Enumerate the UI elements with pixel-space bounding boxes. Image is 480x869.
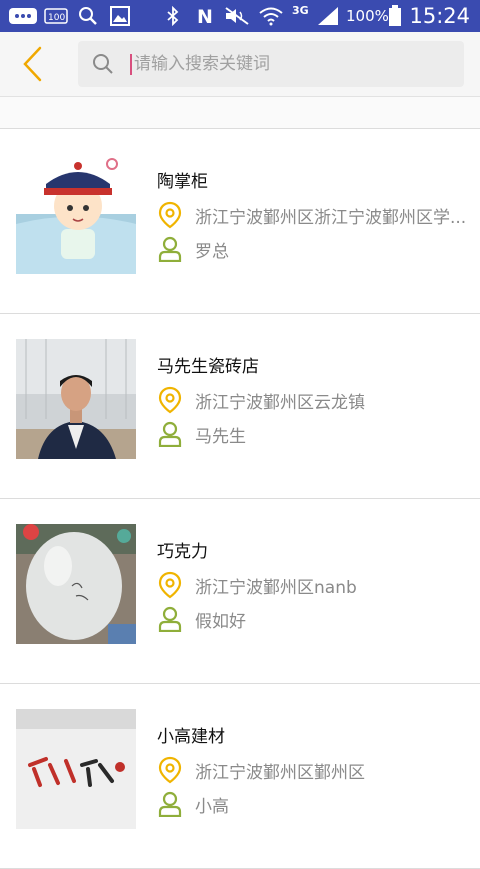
battery-saver-icon: 100 <box>44 6 68 26</box>
chevron-left-icon <box>23 46 42 82</box>
list-item[interactable]: 陶掌柜 浙江宁波鄞州区浙江宁波鄞州区学... 罗总 <box>0 129 480 314</box>
list-spacer <box>0 97 480 129</box>
status-bar: 100 N 3G 100% 15:24 <box>0 0 480 32</box>
list-item[interactable]: 马先生瓷砖店 浙江宁波鄞州区云龙镇 马先生 <box>0 314 480 499</box>
contact-name: 马先生 <box>195 427 246 447</box>
network-type: 3G <box>292 4 309 17</box>
shop-name: 巧克力 <box>157 542 208 562</box>
shop-address: 浙江宁波鄞州区nanb <box>195 578 357 598</box>
shop-address: 浙江宁波鄞州区浙江宁波鄞州区学... <box>195 208 467 228</box>
contact-name: 小高 <box>195 797 229 817</box>
shop-address: 浙江宁波鄞州区云龙镇 <box>195 393 365 413</box>
battery-percent: 100% <box>346 7 389 25</box>
location-pin-icon <box>158 571 182 599</box>
image-icon <box>110 6 130 26</box>
location-pin-icon <box>158 386 182 414</box>
shop-name: 小高建材 <box>157 727 225 747</box>
search-icon <box>93 54 113 74</box>
search-placeholder: 请输入搜索关键词 <box>134 54 270 74</box>
shop-thumbnail <box>16 339 136 459</box>
person-icon <box>158 236 182 262</box>
signal-icon <box>316 6 340 26</box>
person-icon <box>158 606 182 632</box>
svg-text:N: N <box>197 6 213 26</box>
shop-name: 陶掌柜 <box>157 172 208 192</box>
nfc-icon: N <box>196 6 216 26</box>
shop-name: 马先生瓷砖店 <box>157 357 259 377</box>
mute-icon <box>224 6 252 26</box>
list-item[interactable]: 巧克力 浙江宁波鄞州区nanb 假如好 <box>0 499 480 684</box>
shop-thumbnail <box>16 709 136 829</box>
shop-address: 浙江宁波鄞州区鄞州区 <box>195 763 365 783</box>
person-icon <box>158 421 182 447</box>
clock: 15:24 <box>409 4 470 28</box>
wifi-icon <box>258 6 284 26</box>
location-pin-icon <box>158 756 182 784</box>
top-bar: 请输入搜索关键词 <box>0 32 480 97</box>
search-icon <box>78 6 98 26</box>
list-item[interactable]: 小高建材 浙江宁波鄞州区鄞州区 小高 <box>0 684 480 869</box>
svg-text:100: 100 <box>48 13 65 23</box>
message-icon <box>8 6 38 26</box>
location-pin-icon <box>158 201 182 229</box>
text-cursor <box>130 54 132 75</box>
contact-name: 假如好 <box>195 612 246 632</box>
shop-thumbnail <box>16 154 136 274</box>
bluetooth-icon <box>166 6 180 26</box>
contact-name: 罗总 <box>195 242 229 262</box>
shop-thumbnail <box>16 524 136 644</box>
person-icon <box>158 791 182 817</box>
back-button[interactable] <box>18 42 54 86</box>
search-input[interactable]: 请输入搜索关键词 <box>78 41 464 87</box>
battery-icon <box>388 5 402 26</box>
